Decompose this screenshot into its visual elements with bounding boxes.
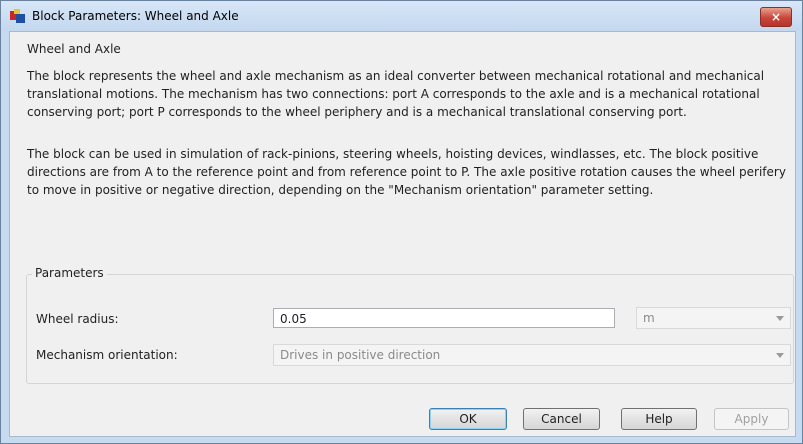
chevron-down-icon [776,316,784,321]
apply-button[interactable]: Apply [714,408,789,430]
mechanism-orientation-value: Drives in positive direction [280,348,441,362]
close-button[interactable]: × [760,7,792,27]
chevron-down-icon [776,353,784,358]
parameters-heading: Parameters [32,266,107,280]
close-icon: × [770,10,782,24]
wheel-radius-unit-select[interactable]: m [636,307,791,329]
dialog-window: Block Parameters: Wheel and Axle × Wheel… [0,0,803,444]
description-paragraph-1: The block represents the wheel and axle … [27,69,765,119]
ok-button[interactable]: OK [429,408,507,430]
window-title: Block Parameters: Wheel and Axle [32,9,239,23]
wheel-radius-unit-value: m [643,311,655,325]
block-name-heading: Wheel and Axle [27,42,121,56]
description-paragraph-2: The block can be used in simulation of r… [27,147,786,197]
mechanism-orientation-label: Mechanism orientation: [36,348,178,362]
cancel-button[interactable]: Cancel [523,408,600,430]
mechanism-orientation-select[interactable]: Drives in positive direction [273,344,791,366]
wheel-radius-input[interactable]: 0.05 [273,308,615,328]
title-bar[interactable]: Block Parameters: Wheel and Axle × [1,1,802,31]
parameters-group [26,274,794,384]
wheel-radius-label: Wheel radius: [36,312,119,326]
dialog-content: Wheel and Axle The block represents the … [9,31,796,437]
help-button[interactable]: Help [621,408,697,430]
simulink-block-icon [10,9,25,23]
